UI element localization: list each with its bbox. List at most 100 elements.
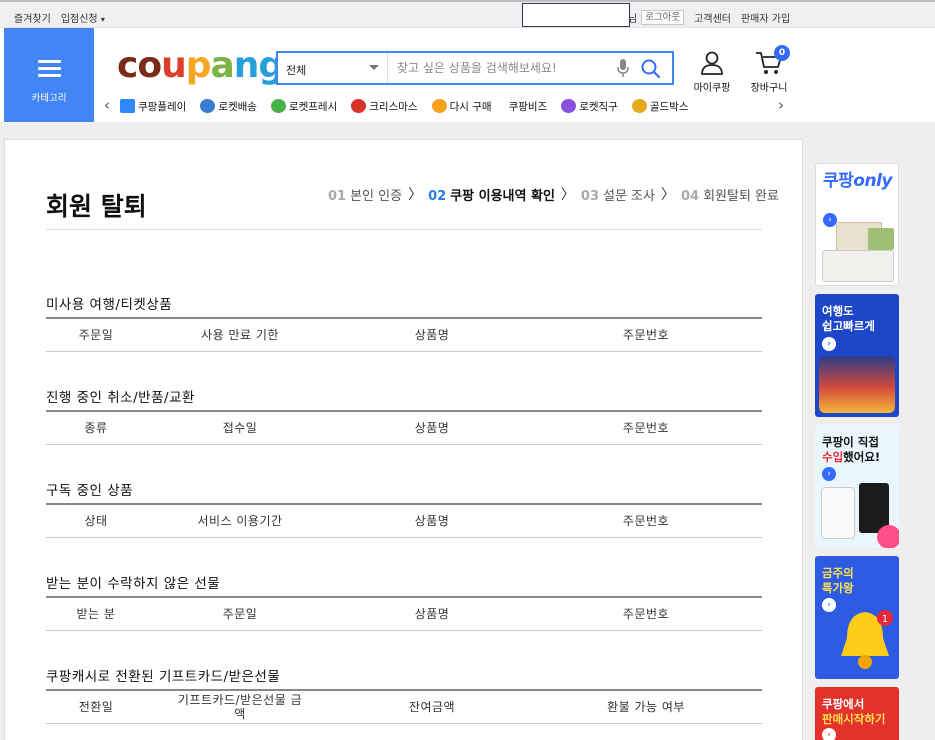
quick-menu-label: 로켓직구	[579, 100, 618, 113]
ad-start-selling[interactable]: 쿠팡에서 판매시작하기 ›	[815, 687, 899, 740]
column-header: 상품명	[414, 420, 450, 435]
user-suffix: 님	[628, 14, 638, 25]
side-banner-list: 쿠팡only › 여행도 쉽고빠르게 › 쿠팡이 직접 수입했어요! › 금주의 특가…	[815, 163, 899, 740]
step-number: 03	[580, 188, 599, 204]
play-icon	[120, 99, 135, 113]
withdrawal-panel: 회원 탈퇴 01 본인 인증 〉 02 쿠팡 이용내역 확인 〉 03 설문 조사 〉 04 회원탈…	[4, 139, 803, 740]
ad-coupang-only[interactable]: 쿠팡only ›	[815, 163, 899, 286]
home-icon	[431, 99, 447, 113]
quick-menu: ‹ 쿠팡플레이 로켓배송 로켓프레시 크리스마스 다시 구매 쿠팡비즈 로켓직구 골드박스 ›	[104, 96, 788, 116]
column-header: 주문번호	[622, 606, 670, 621]
column-header: 상품명	[414, 513, 450, 528]
quick-menu-label: 쿠팡비즈	[508, 100, 548, 113]
column-header: 서비스 이용기간	[197, 513, 283, 528]
vendor-signup-label: 입점신청	[60, 14, 98, 25]
search-input[interactable]	[389, 53, 609, 83]
quick-menu-item[interactable]: 로켓직구	[561, 96, 618, 116]
quick-menu-label: 로켓프레시	[288, 100, 338, 113]
search-icon[interactable]	[640, 58, 662, 80]
column-header: 환불 가능 여부	[607, 699, 685, 714]
bell-icon: 1	[841, 610, 893, 669]
table-header-row: 종류 접수일 상품명 주문번호	[46, 411, 762, 444]
travel-illustration	[819, 356, 895, 413]
step-label: 회원탈퇴 완료	[703, 188, 779, 204]
column-header: 받는 분	[76, 606, 116, 621]
column-header: 접수일	[222, 420, 258, 435]
coupang-logo[interactable]: coupang	[117, 46, 284, 86]
favorites-link[interactable]: 즐겨찾기	[14, 10, 51, 25]
quick-menu-item[interactable]: 로켓배송	[200, 96, 257, 116]
history-table: 받는 분 주문일 상품명 주문번호	[46, 596, 762, 631]
section-title: 받는 분이 수락하지 않은 선물	[46, 576, 221, 592]
quick-menu-item[interactable]: 크리스마스	[351, 96, 418, 116]
quick-menu-item[interactable]: 쿠팡비즈	[506, 96, 548, 116]
quick-menu-item[interactable]: 다시 구매	[431, 96, 492, 116]
column-header: 상품명	[414, 327, 450, 342]
section-title: 구독 중인 상품	[46, 483, 134, 499]
chevron-left-icon[interactable]: ‹	[104, 96, 110, 114]
progress-steps: 01 본인 인증 〉 02 쿠팡 이용내역 확인 〉 03 설문 조사 〉 04 회원탈퇴 완료	[328, 184, 779, 204]
history-section: 진행 중인 취소/반품/교환 종류 접수일 상품명 주문번호	[46, 386, 762, 445]
quick-menu-item[interactable]: 골드박스	[631, 96, 689, 116]
column-header: 주문번호	[622, 513, 670, 528]
table-header-row: 상태 서비스 이용기간 상품명 주문번호	[46, 504, 762, 537]
ad-weekly-deal[interactable]: 금주의 특가왕 › 1	[815, 556, 899, 679]
chevron-right-icon: 〉	[408, 187, 423, 203]
history-table: 상태 서비스 이용기간 상품명 주문번호	[46, 503, 762, 538]
history-section: 받는 분이 수락하지 않은 선물받는 분 주문일 상품명 주문번호	[46, 572, 762, 631]
vendor-signup-link[interactable]: 입점신청 ▾	[61, 10, 105, 25]
arrow-right-icon: ›	[822, 728, 836, 740]
dropdown-arrow-icon	[369, 65, 379, 70]
customer-center-link[interactable]: 고객센터	[694, 10, 731, 25]
microphone-icon[interactable]	[616, 58, 630, 78]
history-section: 쿠팡캐시로 전환된 기프트카드/받은선물전환일 기프트카드/받은선물 금액 잔여금액…	[46, 665, 762, 724]
column-header: 종류	[84, 420, 108, 435]
my-coupang-label: 마이쿠팡	[693, 83, 731, 94]
column-header: 주문일	[78, 327, 114, 342]
column-header: 주문일	[222, 606, 258, 621]
column-header: 전환일	[78, 699, 114, 714]
logout-button[interactable]: 로그아웃	[641, 10, 685, 25]
header: 카테고리 coupang 전체 마이쿠팡 0 장바구니	[0, 28, 935, 122]
column-header: 사용 만료 기한	[201, 327, 279, 342]
progress-step: 01 본인 인증	[328, 185, 402, 204]
column-header: 잔여금액	[408, 699, 456, 714]
hamburger-icon	[38, 60, 61, 77]
cart-button[interactable]: 0 장바구니	[746, 45, 792, 94]
cart-label: 장바구니	[750, 83, 788, 94]
quick-menu-label: 골드박스	[649, 100, 689, 113]
title-divider	[46, 229, 762, 230]
history-table: 종류 접수일 상품명 주문번호	[46, 410, 762, 445]
search-category-select[interactable]: 전체	[278, 53, 388, 83]
quick-menu-item[interactable]: 로켓프레시	[270, 96, 338, 116]
user-name-box[interactable]	[522, 3, 630, 27]
category-menu-button[interactable]: 카테고리	[4, 28, 94, 122]
product-image	[822, 250, 894, 282]
quick-menu-item[interactable]: 쿠팡플레이	[120, 96, 186, 116]
column-header: 상품명	[414, 606, 450, 621]
chevron-right-icon[interactable]: ›	[778, 96, 784, 114]
section-title: 쿠팡캐시로 전환된 기프트카드/받은선물	[46, 669, 281, 685]
arrow-right-icon: ›	[823, 213, 837, 227]
rocket-icon	[200, 99, 216, 113]
product-image	[868, 228, 894, 250]
ad-direct-import[interactable]: 쿠팡이 직접 수입했어요! ›	[815, 425, 899, 548]
section-title: 진행 중인 취소/반품/교환	[46, 390, 195, 406]
history-section: 구독 중인 상품 상태 서비스 이용기간 상품명 주문번호	[46, 479, 762, 538]
step-number: 04	[680, 188, 700, 204]
quick-menu-items: 쿠팡플레이 로켓배송 로켓프레시 크리스마스 다시 구매 쿠팡비즈 로켓직구 골드박스	[120, 96, 775, 116]
column-header: 기프트카드/받은선물 금액	[177, 692, 303, 721]
page-title: 회원 탈퇴	[46, 192, 147, 221]
progress-step: 03 설문 조사	[581, 185, 655, 204]
seller-join-link[interactable]: 판매자 가입	[741, 10, 790, 25]
chevron-right-icon: 〉	[660, 187, 675, 203]
my-coupang-button[interactable]: 마이쿠팡	[690, 50, 734, 94]
section-title: 미사용 여행/티켓상품	[46, 297, 173, 313]
rocket-fresh-icon	[270, 99, 286, 113]
step-number: 02	[428, 188, 447, 204]
ad-travel[interactable]: 여행도 쉽고빠르게 ›	[815, 294, 899, 417]
goldbox-icon	[631, 99, 647, 113]
svg-text:1: 1	[882, 614, 888, 625]
step-label: 설문 조사	[603, 188, 655, 204]
arrow-right-icon: ›	[822, 337, 836, 351]
